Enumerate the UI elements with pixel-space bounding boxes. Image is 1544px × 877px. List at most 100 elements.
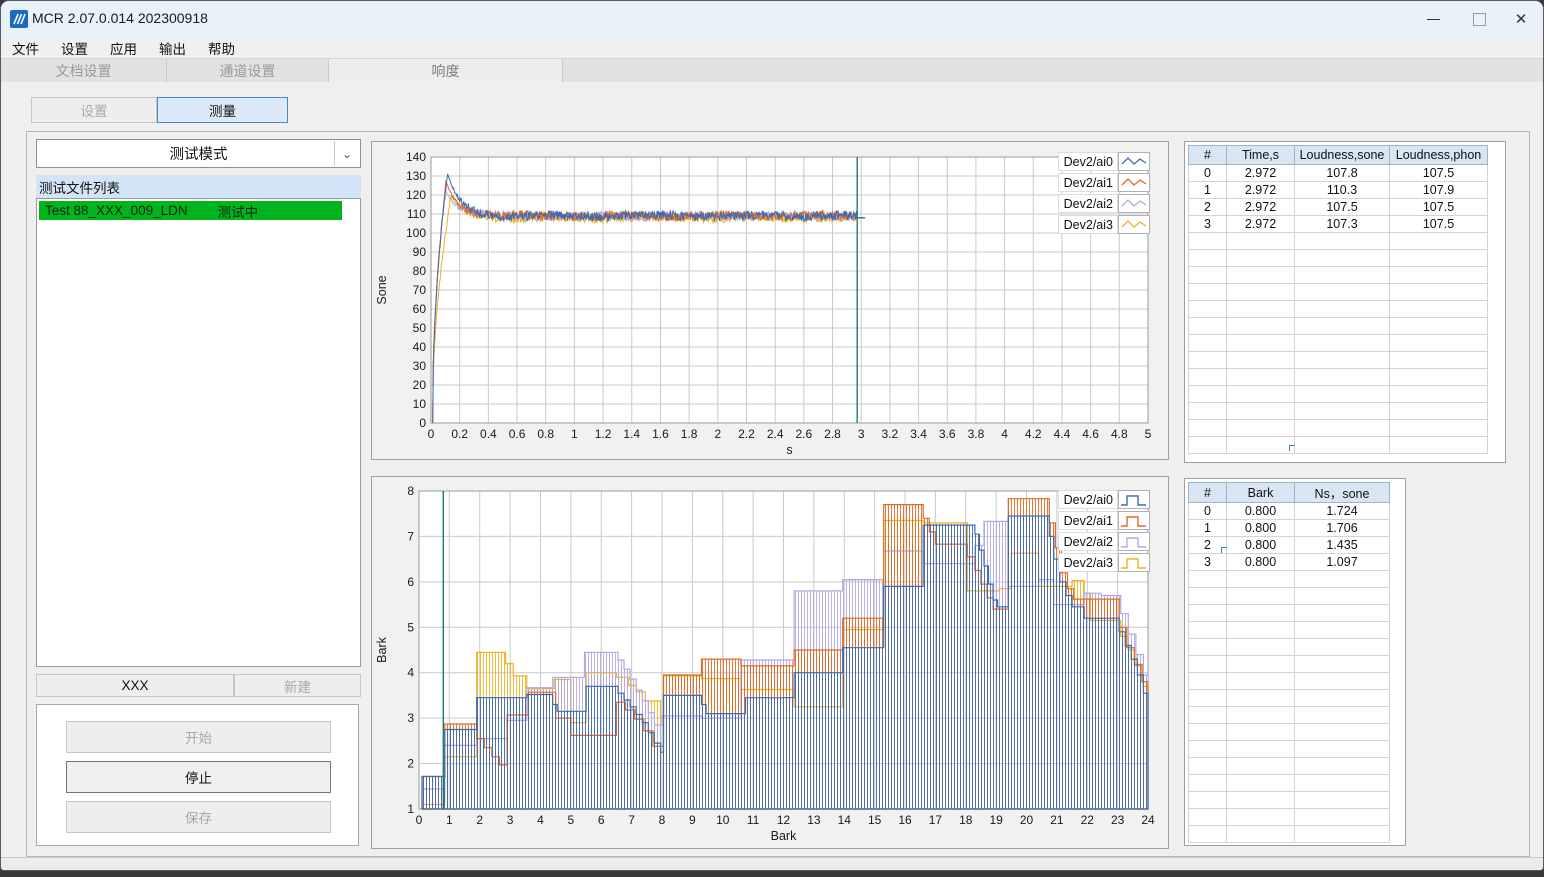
table-cell[interactable]: 0.800 bbox=[1226, 553, 1295, 571]
table-row[interactable]: 3 2.972 107.3 107.5 bbox=[1188, 215, 1488, 233]
svg-text:5: 5 bbox=[1145, 427, 1152, 441]
table-cell bbox=[1226, 621, 1295, 639]
table-row[interactable]: 0 2.972 107.8 107.5 bbox=[1188, 164, 1488, 182]
maximize-button[interactable] bbox=[1457, 1, 1501, 37]
column-header[interactable]: # bbox=[1188, 145, 1227, 165]
table-row[interactable]: 0 0.800 1.724 bbox=[1188, 502, 1390, 520]
table-cell[interactable]: 107.5 bbox=[1294, 198, 1390, 216]
table-cell[interactable]: 107.5 bbox=[1389, 198, 1488, 216]
table-cell[interactable]: 2.972 bbox=[1226, 215, 1295, 233]
svg-text:24: 24 bbox=[1141, 813, 1155, 827]
legend-item[interactable]: Dev2/ai2 bbox=[1058, 531, 1150, 552]
table-cell[interactable]: 0 bbox=[1188, 502, 1227, 520]
table-cell[interactable]: 107.8 bbox=[1294, 164, 1390, 182]
table-cell bbox=[1389, 283, 1488, 301]
column-header[interactable]: Loudness,sone bbox=[1294, 145, 1390, 165]
legend-item[interactable]: Dev2/ai1 bbox=[1058, 510, 1150, 531]
table-cell[interactable]: 2.972 bbox=[1226, 164, 1295, 182]
table-cell[interactable]: 0.800 bbox=[1226, 519, 1295, 537]
table-cell[interactable]: 107.5 bbox=[1389, 215, 1488, 233]
table-cell[interactable]: 3 bbox=[1188, 553, 1227, 571]
legend-item[interactable]: Dev2/ai0 bbox=[1058, 489, 1150, 510]
tab-loudness[interactable]: 响度 bbox=[329, 59, 563, 83]
table-cell bbox=[1188, 266, 1227, 284]
table-cell[interactable]: 1.435 bbox=[1294, 536, 1390, 554]
table-cell[interactable]: 1.724 bbox=[1294, 502, 1390, 520]
minimize-button[interactable] bbox=[1411, 1, 1455, 37]
legend-item[interactable]: Dev2/ai0 bbox=[1058, 151, 1150, 172]
menu-settings[interactable]: 设置 bbox=[50, 38, 99, 58]
table-row[interactable]: 1 2.972 110.3 107.9 bbox=[1188, 181, 1488, 199]
table-cell[interactable]: 2.972 bbox=[1226, 198, 1295, 216]
bark-table[interactable]: # Bark Ns，sone 0 0.800 1.724 1 0.800 1.706 2 0.800… bbox=[1188, 482, 1390, 843]
stop-button[interactable]: 停止 bbox=[66, 761, 331, 793]
test-file-list[interactable]: Test 88_XXX_009_LDN 测试中 bbox=[36, 198, 361, 667]
loudness-result-table[interactable]: # Time,s Loudness,sone Loudness,phon 0 2.972 1… bbox=[1188, 145, 1488, 454]
bark-result-table-panel: # Bark Ns，sone 0 0.800 1.724 1 0.800 1.706 2 0.800… bbox=[1184, 478, 1406, 846]
column-header[interactable]: Bark bbox=[1226, 482, 1295, 503]
legend-item[interactable]: Dev2/ai1 bbox=[1058, 172, 1150, 193]
table-cell[interactable]: 2.972 bbox=[1226, 181, 1295, 199]
loudness-table[interactable]: # Time,s Loudness,sone Loudness,phon 0 2.972 1… bbox=[1188, 145, 1488, 454]
new-button[interactable]: 新建 bbox=[234, 674, 361, 697]
table-cell[interactable]: 110.3 bbox=[1294, 181, 1390, 199]
table-cell[interactable]: 1 bbox=[1188, 519, 1227, 537]
table-cell bbox=[1294, 419, 1390, 437]
menu-file[interactable]: 文件 bbox=[1, 38, 50, 58]
table-cell[interactable]: 107.9 bbox=[1389, 181, 1488, 199]
svg-text:130: 130 bbox=[406, 169, 426, 183]
chevron-down-icon[interactable]: ⌄ bbox=[334, 141, 359, 166]
empty-table-row bbox=[1188, 757, 1390, 775]
table-cell[interactable]: 1.097 bbox=[1294, 553, 1390, 571]
table-cell bbox=[1188, 317, 1227, 335]
tab-channel-settings[interactable]: 通道设置 bbox=[167, 59, 329, 83]
table-cell[interactable]: 2 bbox=[1188, 198, 1227, 216]
settings-subtab-button[interactable]: 设置 bbox=[31, 97, 157, 123]
column-header[interactable]: Ns，sone bbox=[1294, 482, 1390, 503]
table-cell[interactable]: 3 bbox=[1188, 215, 1227, 233]
table-cell[interactable]: 0.800 bbox=[1226, 502, 1295, 520]
test-file-list-item[interactable]: Test 88_XXX_009_LDN 测试中 bbox=[39, 201, 342, 220]
bark-result-table[interactable]: # Bark Ns，sone 0 0.800 1.724 1 0.800 1.706 2 0.800… bbox=[1188, 482, 1390, 843]
test-mode-select[interactable]: 测试模式 ⌄ bbox=[36, 139, 361, 168]
column-header[interactable]: Loudness,phon bbox=[1389, 145, 1488, 165]
column-header[interactable]: # bbox=[1188, 482, 1227, 503]
menu-help[interactable]: 帮助 bbox=[197, 38, 246, 58]
title-bar[interactable]: MCR 2.07.0.014 202300918 ✕ bbox=[1, 1, 1543, 37]
x-axis-tick-labels: 0 0.2 0.4 0.6 0.8 1 1.2 1.4 1.6 1.8 2 2.2 2.4 2.6 2.8 3… bbox=[428, 427, 1152, 441]
table-cell bbox=[1188, 638, 1227, 656]
close-button[interactable]: ✕ bbox=[1499, 1, 1543, 37]
table-row[interactable]: 1 0.800 1.706 bbox=[1188, 519, 1390, 537]
table-cell[interactable]: 0 bbox=[1188, 164, 1227, 182]
svg-text:7: 7 bbox=[628, 813, 635, 827]
line-sample-icon bbox=[1118, 152, 1150, 171]
table-cell[interactable]: 1.706 bbox=[1294, 519, 1390, 537]
table-cell bbox=[1226, 351, 1295, 369]
table-row[interactable]: 2 0.800 1.435 bbox=[1188, 536, 1390, 554]
table-cell[interactable]: 107.5 bbox=[1389, 164, 1488, 182]
svg-text:30: 30 bbox=[413, 359, 427, 373]
empty-table-row bbox=[1188, 300, 1488, 318]
svg-text:40: 40 bbox=[413, 340, 427, 354]
svg-text:3: 3 bbox=[407, 711, 414, 725]
column-header[interactable]: Time,s bbox=[1226, 145, 1295, 165]
table-row[interactable]: 3 0.800 1.097 bbox=[1188, 553, 1390, 571]
measure-subtab-button[interactable]: 测量 bbox=[157, 97, 288, 123]
empty-table-row bbox=[1188, 587, 1390, 605]
legend-item[interactable]: Dev2/ai3 bbox=[1058, 214, 1150, 235]
table-cell[interactable]: 107.3 bbox=[1294, 215, 1390, 233]
maximize-icon bbox=[1472, 12, 1486, 26]
legend-item[interactable]: Dev2/ai2 bbox=[1058, 193, 1150, 214]
tab-document-settings[interactable]: 文档设置 bbox=[1, 59, 167, 83]
table-cell[interactable]: 0.800 bbox=[1226, 536, 1295, 554]
start-button[interactable]: 开始 bbox=[66, 721, 331, 753]
menu-output[interactable]: 输出 bbox=[148, 38, 197, 58]
table-cell bbox=[1294, 300, 1390, 318]
menu-apply[interactable]: 应用 bbox=[99, 38, 148, 58]
table-row[interactable]: 2 2.972 107.5 107.5 bbox=[1188, 198, 1488, 216]
table-cell[interactable]: 1 bbox=[1188, 181, 1227, 199]
xxx-button[interactable]: XXX bbox=[36, 674, 234, 697]
legend-item[interactable]: Dev2/ai3 bbox=[1058, 552, 1150, 573]
svg-text:15: 15 bbox=[868, 813, 882, 827]
save-button[interactable]: 保存 bbox=[66, 801, 331, 833]
